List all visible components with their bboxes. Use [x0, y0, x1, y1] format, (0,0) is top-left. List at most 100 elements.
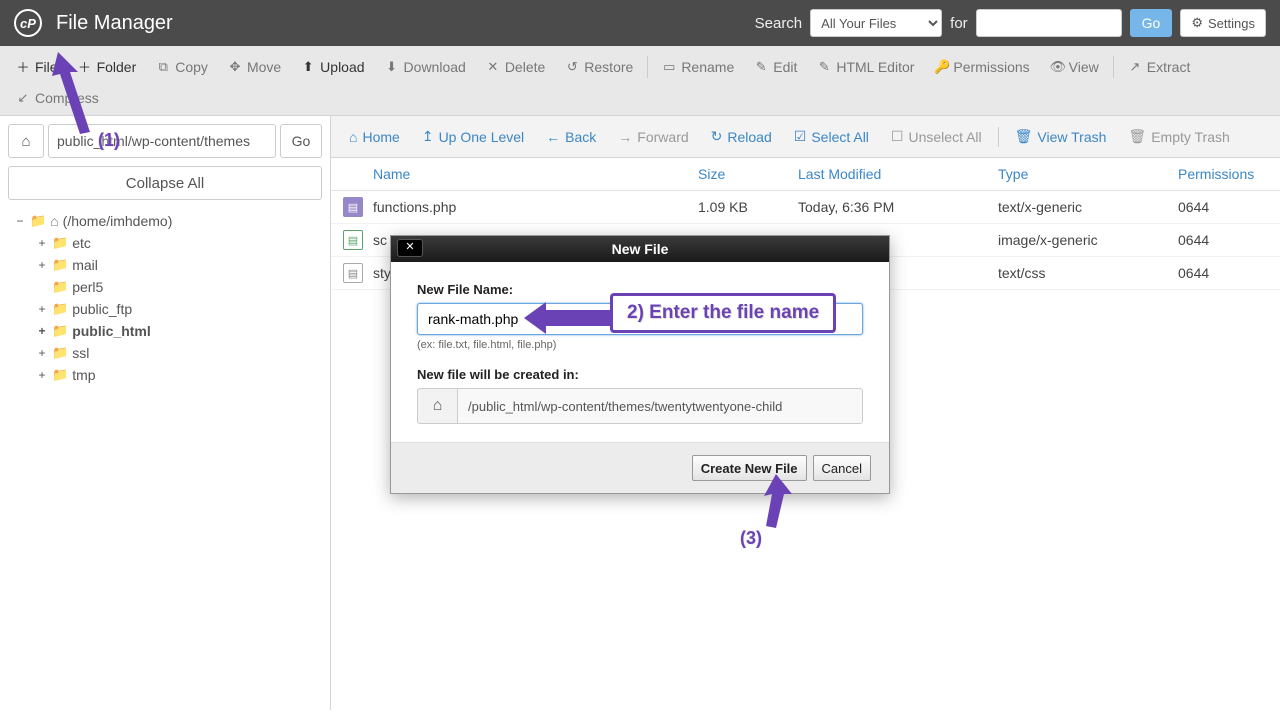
- file-icon: ▤: [343, 230, 363, 250]
- tree-item[interactable]: + 📁etc: [36, 232, 322, 254]
- expand-icon[interactable]: +: [36, 236, 48, 250]
- label: Up One Level: [439, 129, 525, 145]
- eye-icon: 👁: [1050, 59, 1064, 75]
- delete-button[interactable]: ✕ Delete: [476, 52, 555, 82]
- html-icon: ✎: [817, 59, 831, 75]
- path-go-button[interactable]: Go: [280, 124, 322, 158]
- delete-icon: ✕: [486, 59, 500, 75]
- download-button[interactable]: ⬇Download: [375, 52, 476, 82]
- folder-icon: 📁: [52, 367, 68, 383]
- for-label: for: [950, 15, 968, 32]
- folder-icon: 📁: [52, 235, 68, 251]
- cell-permissions: 0644: [1178, 232, 1268, 248]
- label: View Trash: [1037, 129, 1106, 145]
- collapse-icon[interactable]: −: [14, 214, 26, 228]
- tree-item-label: public_ftp: [72, 301, 132, 317]
- nav-home-button[interactable]: ⌂ Home: [339, 123, 410, 151]
- nav-select-all-button[interactable]: ☑Select All: [784, 122, 879, 151]
- folder-icon: 📁: [52, 257, 68, 273]
- rename-button[interactable]: ▭Rename: [652, 52, 744, 82]
- html-editor-button[interactable]: ✎HTML Editor: [807, 52, 924, 82]
- tree-item[interactable]: +📁public_html: [36, 320, 322, 342]
- trash-icon: 🗑: [1128, 128, 1146, 145]
- tree-item[interactable]: 📁perl5: [36, 276, 322, 298]
- expand-icon[interactable]: +: [36, 324, 48, 338]
- tree-item-label: ssl: [72, 345, 89, 361]
- col-permissions[interactable]: Permissions: [1178, 166, 1268, 182]
- top-bar: cP File Manager Search All Your Files fo…: [0, 0, 1280, 46]
- plus-icon: ＋: [16, 57, 30, 76]
- expand-icon[interactable]: +: [36, 302, 48, 316]
- modal-close-button[interactable]: ✕: [397, 239, 423, 257]
- home-path-button[interactable]: ⌂: [8, 124, 44, 158]
- cell-permissions: 0644: [1178, 199, 1268, 215]
- search-input[interactable]: [976, 9, 1122, 37]
- annotation-arrow-2: [524, 300, 614, 341]
- nav-back-button[interactable]: ←Back: [536, 123, 606, 151]
- collapse-all-button[interactable]: Collapse All: [8, 166, 322, 200]
- tree-item[interactable]: +📁mail: [36, 254, 322, 276]
- view-button[interactable]: 👁View: [1040, 52, 1109, 82]
- nav-reload-button[interactable]: ↻Reload: [701, 122, 782, 151]
- app-title: File Manager: [56, 12, 173, 35]
- expand-icon[interactable]: +: [36, 258, 48, 272]
- tree-item[interactable]: +📁tmp: [36, 364, 322, 386]
- expand-icon[interactable]: +: [36, 368, 48, 382]
- folder-icon: 📁: [30, 213, 46, 229]
- nav-unselect-all-button[interactable]: ☐Unselect All: [881, 122, 992, 151]
- extract-button[interactable]: ↗Extract: [1118, 52, 1201, 82]
- label: Empty Trash: [1151, 129, 1230, 145]
- settings-button[interactable]: ⚙ Settings: [1180, 9, 1266, 37]
- col-type[interactable]: Type: [998, 166, 1178, 182]
- upload-icon: ⬆: [301, 59, 315, 75]
- move-button[interactable]: ✥ Move: [218, 52, 291, 82]
- table-header: Name Size Last Modified Type Permissions: [331, 158, 1280, 191]
- move-icon: ✥: [228, 59, 242, 75]
- col-size[interactable]: Size: [698, 166, 798, 182]
- gear-icon: ⚙: [1191, 15, 1203, 31]
- home-icon: ⌂: [349, 129, 357, 145]
- up-icon: ↥: [422, 128, 434, 145]
- search-scope-select[interactable]: All Your Files: [810, 9, 942, 37]
- folder-icon: 📁: [52, 279, 68, 295]
- tree-item-label: etc: [72, 235, 91, 251]
- col-modified[interactable]: Last Modified: [798, 166, 998, 182]
- empty-trash-button[interactable]: 🗑 Empty Trash: [1118, 122, 1239, 151]
- pencil-icon: ✎: [754, 59, 768, 75]
- folder-icon: 📁: [52, 301, 68, 317]
- expand-icon[interactable]: +: [36, 346, 48, 360]
- tree-item[interactable]: + 📁public_ftp: [36, 298, 322, 320]
- restore-button[interactable]: ↺Restore: [555, 52, 643, 82]
- edit-button[interactable]: ✎ Edit: [744, 52, 807, 82]
- back-icon: ←: [546, 129, 560, 145]
- cell-type: text/css: [998, 265, 1178, 281]
- cell-type: text/x-generic: [998, 199, 1178, 215]
- tree-item[interactable]: +📁ssl: [36, 342, 322, 364]
- label: Home: [362, 129, 399, 145]
- cell-permissions: 0644: [1178, 265, 1268, 281]
- col-name[interactable]: Name: [373, 166, 698, 182]
- upload-button[interactable]: ⬆Upload: [291, 52, 374, 82]
- label: Edit: [773, 59, 797, 75]
- nav-forward-button[interactable]: →Forward: [608, 123, 698, 151]
- tree-root[interactable]: − 📁 ⌂ (/home/imhdemo): [14, 210, 322, 232]
- copy-button[interactable]: ⧉Copy: [146, 52, 218, 82]
- tree-item-label: perl5: [72, 279, 103, 295]
- download-icon: ⬇: [385, 59, 399, 75]
- uncheck-icon: ☐: [891, 128, 904, 145]
- path-input[interactable]: [457, 388, 863, 424]
- label: Delete: [505, 59, 545, 75]
- label: Select All: [811, 129, 869, 145]
- table-row[interactable]: ▤functions.php1.09 KBToday, 6:36 PMtext/…: [331, 191, 1280, 224]
- cancel-button[interactable]: Cancel: [813, 455, 871, 481]
- nav-toolbar: ⌂ Home ↥ Up One Level ←Back →Forward ↻Relo…: [331, 116, 1280, 158]
- home-icon: ⌂: [21, 133, 30, 150]
- label: Move: [247, 59, 281, 75]
- reload-icon: ↻: [711, 128, 723, 145]
- search-go-button[interactable]: Go: [1130, 9, 1173, 37]
- nav-up-button[interactable]: ↥ Up One Level: [412, 122, 534, 151]
- permissions-button[interactable]: 🔑Permissions: [924, 52, 1039, 82]
- folder-tree: − 📁 ⌂ (/home/imhdemo) +📁etc+📁mail📁perl5+…: [8, 210, 322, 386]
- view-trash-button[interactable]: 🗑View Trash: [1005, 122, 1117, 151]
- modal-title: New File: [391, 241, 889, 257]
